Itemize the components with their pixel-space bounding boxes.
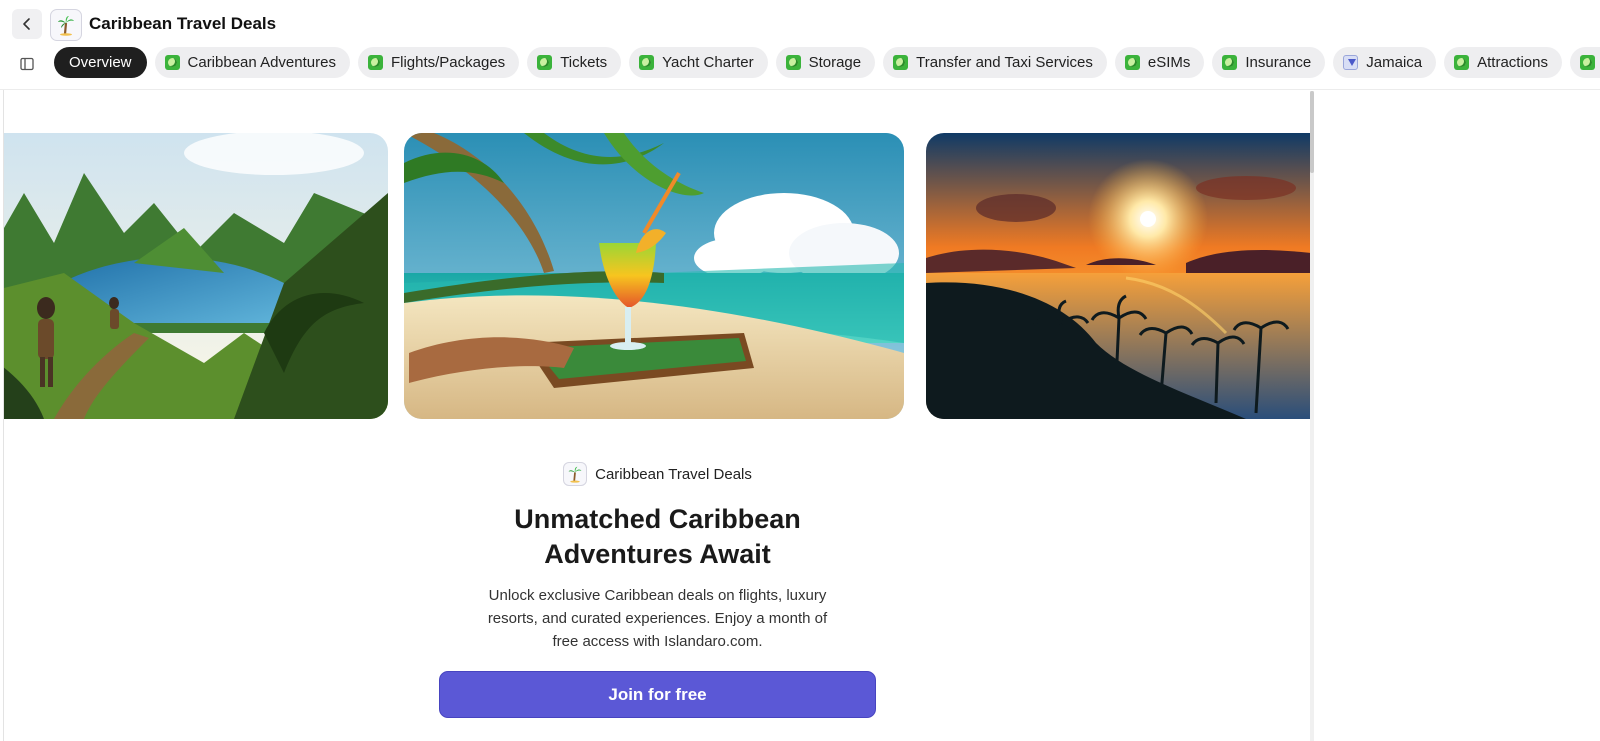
tab-overview[interactable]: Overview (54, 47, 147, 78)
tab-label: Flights/Packages (390, 54, 506, 71)
green-app-icon (639, 55, 655, 70)
app-title: Caribbean Travel Deals (89, 14, 277, 33)
green-app-icon (537, 55, 553, 70)
green-app-icon (785, 55, 801, 70)
green-app-icon (893, 55, 909, 70)
tab-label: eSIMs (1147, 54, 1191, 71)
tab-label: Caribbean Adventures (187, 54, 336, 71)
tab-label: Overview (69, 54, 132, 71)
tab-label: Jamaica (1366, 54, 1423, 71)
green-app-icon (1124, 55, 1140, 70)
palm-tree-icon (58, 16, 74, 36)
tab-label: Insurance (1245, 54, 1312, 71)
green-app-icon (1580, 55, 1595, 70)
brand-name: Caribbean Travel Deals (595, 465, 752, 483)
page-description: Unlock exclusive Caribbean deals on flig… (487, 587, 828, 650)
tab-caribbean-adventures[interactable]: Caribbean Adventures (154, 47, 350, 78)
header-divider (0, 89, 1600, 90)
sunset-palms-image[interactable] (926, 133, 1310, 419)
tab-jamaica[interactable]: Jamaica (1333, 47, 1437, 78)
tab-storage[interactable]: Storage (775, 47, 876, 78)
tab-esims[interactable]: eSIMs (1114, 47, 1205, 78)
tab-transfer-taxi[interactable]: Transfer and Taxi Services (883, 47, 1107, 78)
green-app-icon (367, 55, 383, 70)
mountain-hikers-image[interactable] (4, 133, 388, 419)
tab-list: Overview Caribbean Adventures Flights/Pa… (54, 47, 1600, 78)
chevron-left-icon (23, 18, 30, 30)
tab-label: Storage (808, 54, 862, 71)
tab-overflow[interactable] (1570, 47, 1600, 78)
green-app-icon (1222, 55, 1238, 70)
sidebar-panel-icon (20, 57, 34, 71)
palm-tree-icon (568, 466, 582, 483)
join-for-free-button[interactable]: Join for free (439, 671, 876, 718)
tab-label: Tickets (560, 54, 608, 71)
green-app-icon (164, 55, 180, 70)
tab-label: Yacht Charter (662, 54, 754, 71)
top-bar: Caribbean Travel Deals (0, 0, 1600, 48)
image-gallery (4, 133, 1310, 419)
beach-cocktail-image[interactable] (404, 133, 904, 419)
tab-label: Attractions (1477, 54, 1548, 71)
tab-tickets[interactable]: Tickets (527, 47, 622, 78)
overview-content: Caribbean Travel Deals Unmatched Caribbe… (420, 460, 895, 653)
scrollbar-track[interactable] (1310, 91, 1314, 741)
page-headline: Unmatched Caribbean Adventures Await (514, 504, 801, 569)
tab-flights-packages[interactable]: Flights/Packages (357, 47, 520, 78)
tab-yacht-charter[interactable]: Yacht Charter (629, 47, 768, 78)
blue-cursor-icon (1343, 55, 1359, 70)
tab-insurance[interactable]: Insurance (1212, 47, 1326, 78)
green-app-icon (1454, 55, 1470, 70)
app-icon (50, 9, 82, 41)
tab-attractions[interactable]: Attractions (1444, 47, 1562, 78)
brand-row: Caribbean Travel Deals (420, 460, 895, 488)
tab-label: Transfer and Taxi Services (916, 54, 1093, 71)
tabs-bar: Overview Caribbean Adventures Flights/Pa… (0, 46, 1600, 80)
sidebar-toggle-button[interactable] (14, 51, 40, 77)
brand-icon (563, 462, 588, 486)
scrollbar-thumb[interactable] (1310, 91, 1314, 173)
back-button[interactable] (12, 9, 42, 39)
